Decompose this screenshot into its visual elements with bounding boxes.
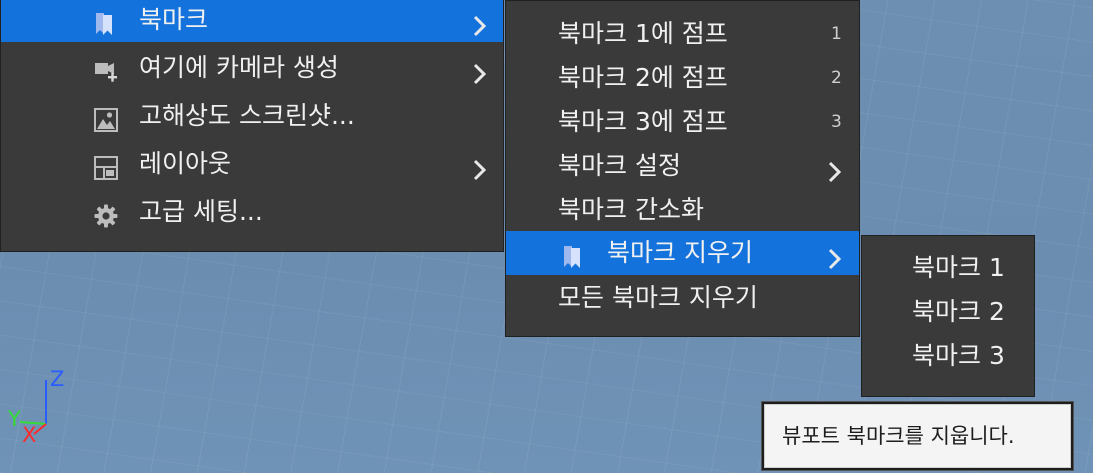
menu-item-label: 북마크 지우기 xyxy=(607,238,753,267)
menu-item-label: 북마크 간소화 xyxy=(558,195,704,224)
menu-item-label: 고급 세팅... xyxy=(139,197,263,226)
image-icon xyxy=(93,103,119,132)
menu-item-create-camera-here[interactable]: 여기에 카메라 생성 xyxy=(1,46,503,90)
axis-gizmo: Z Y X xyxy=(7,367,64,447)
menu-item-clear-all-bookmarks[interactable]: 모든 북마크 지우기 xyxy=(506,276,859,320)
z-axis-label: Z xyxy=(50,367,64,391)
viewport-context-menu: 북마크 여기에 카메라 생성 고해상도 스크린샷... 레이아웃 고급 세팅..… xyxy=(0,0,504,252)
menu-item-label: 북마크 1 xyxy=(912,253,1005,282)
menu-item-high-res-screenshot[interactable]: 고해상도 스크린샷... xyxy=(1,94,503,138)
chevron-right-icon xyxy=(472,8,488,37)
menu-item-layout[interactable]: 레이아웃 xyxy=(1,142,503,186)
clear-bookmark-submenu: 북마크 1 북마크 2 북마크 3 xyxy=(861,235,1035,397)
menu-item-label: 북마크 2에 점프 xyxy=(558,63,728,92)
chevron-right-icon xyxy=(472,152,488,181)
layout-icon xyxy=(93,151,119,180)
bookmark-icon xyxy=(93,7,119,35)
shortcut-key: 2 xyxy=(831,68,842,88)
menu-item-jump-bookmark-2[interactable]: 북마크 2에 점프 2 xyxy=(506,56,859,100)
tooltip: 뷰포트 북마크를 지웁니다. xyxy=(761,401,1074,471)
menu-item-advanced-settings[interactable]: 고급 세팅... xyxy=(1,190,503,234)
menu-item-label: 북마크 3에 점프 xyxy=(558,107,728,136)
menu-item-label: 북마크 설정 xyxy=(558,151,681,180)
menu-item-jump-bookmark-3[interactable]: 북마크 3에 점프 3 xyxy=(506,100,859,144)
menu-item-clear-bookmark-2[interactable]: 북마크 2 xyxy=(862,290,1034,334)
bookmark-icon xyxy=(561,240,587,268)
menu-item-label: 모든 북마크 지우기 xyxy=(558,283,758,312)
menu-item-label: 북마크 2 xyxy=(912,297,1005,326)
y-axis-label: Y xyxy=(7,407,21,431)
menu-item-bookmarks[interactable]: 북마크 xyxy=(1,0,503,42)
menu-item-label: 고해상도 스크린샷... xyxy=(139,101,355,130)
menu-item-clear-bookmark-1[interactable]: 북마크 1 xyxy=(862,246,1034,290)
shortcut-key: 3 xyxy=(831,112,842,132)
chevron-right-icon xyxy=(827,241,843,270)
menu-item-label: 북마크 1에 점프 xyxy=(558,19,728,48)
camera-add-icon xyxy=(93,55,119,82)
chevron-right-icon xyxy=(472,56,488,85)
menu-item-label: 여기에 카메라 생성 xyxy=(139,53,339,82)
menu-item-compact-bookmarks[interactable]: 북마크 간소화 xyxy=(506,188,859,232)
x-axis-label: X xyxy=(22,423,36,447)
gear-icon xyxy=(93,199,119,228)
menu-item-label: 레이아웃 xyxy=(139,149,232,178)
chevron-right-icon xyxy=(827,154,843,183)
menu-item-label: 북마크 3 xyxy=(912,341,1005,370)
shortcut-key: 1 xyxy=(831,24,842,44)
menu-item-set-bookmark[interactable]: 북마크 설정 xyxy=(506,144,859,188)
menu-item-label: 북마크 xyxy=(139,5,209,34)
menu-item-clear-bookmark[interactable]: 북마크 지우기 xyxy=(506,231,859,275)
bookmark-submenu: 북마크 1에 점프 1 북마크 2에 점프 2 북마크 3에 점프 3 북마크 … xyxy=(505,0,860,337)
menu-item-jump-bookmark-1[interactable]: 북마크 1에 점프 1 xyxy=(506,12,859,56)
viewport[interactable]: 북마크 여기에 카메라 생성 고해상도 스크린샷... 레이아웃 고급 세팅..… xyxy=(0,0,1093,473)
menu-item-clear-bookmark-3[interactable]: 북마크 3 xyxy=(862,334,1034,378)
